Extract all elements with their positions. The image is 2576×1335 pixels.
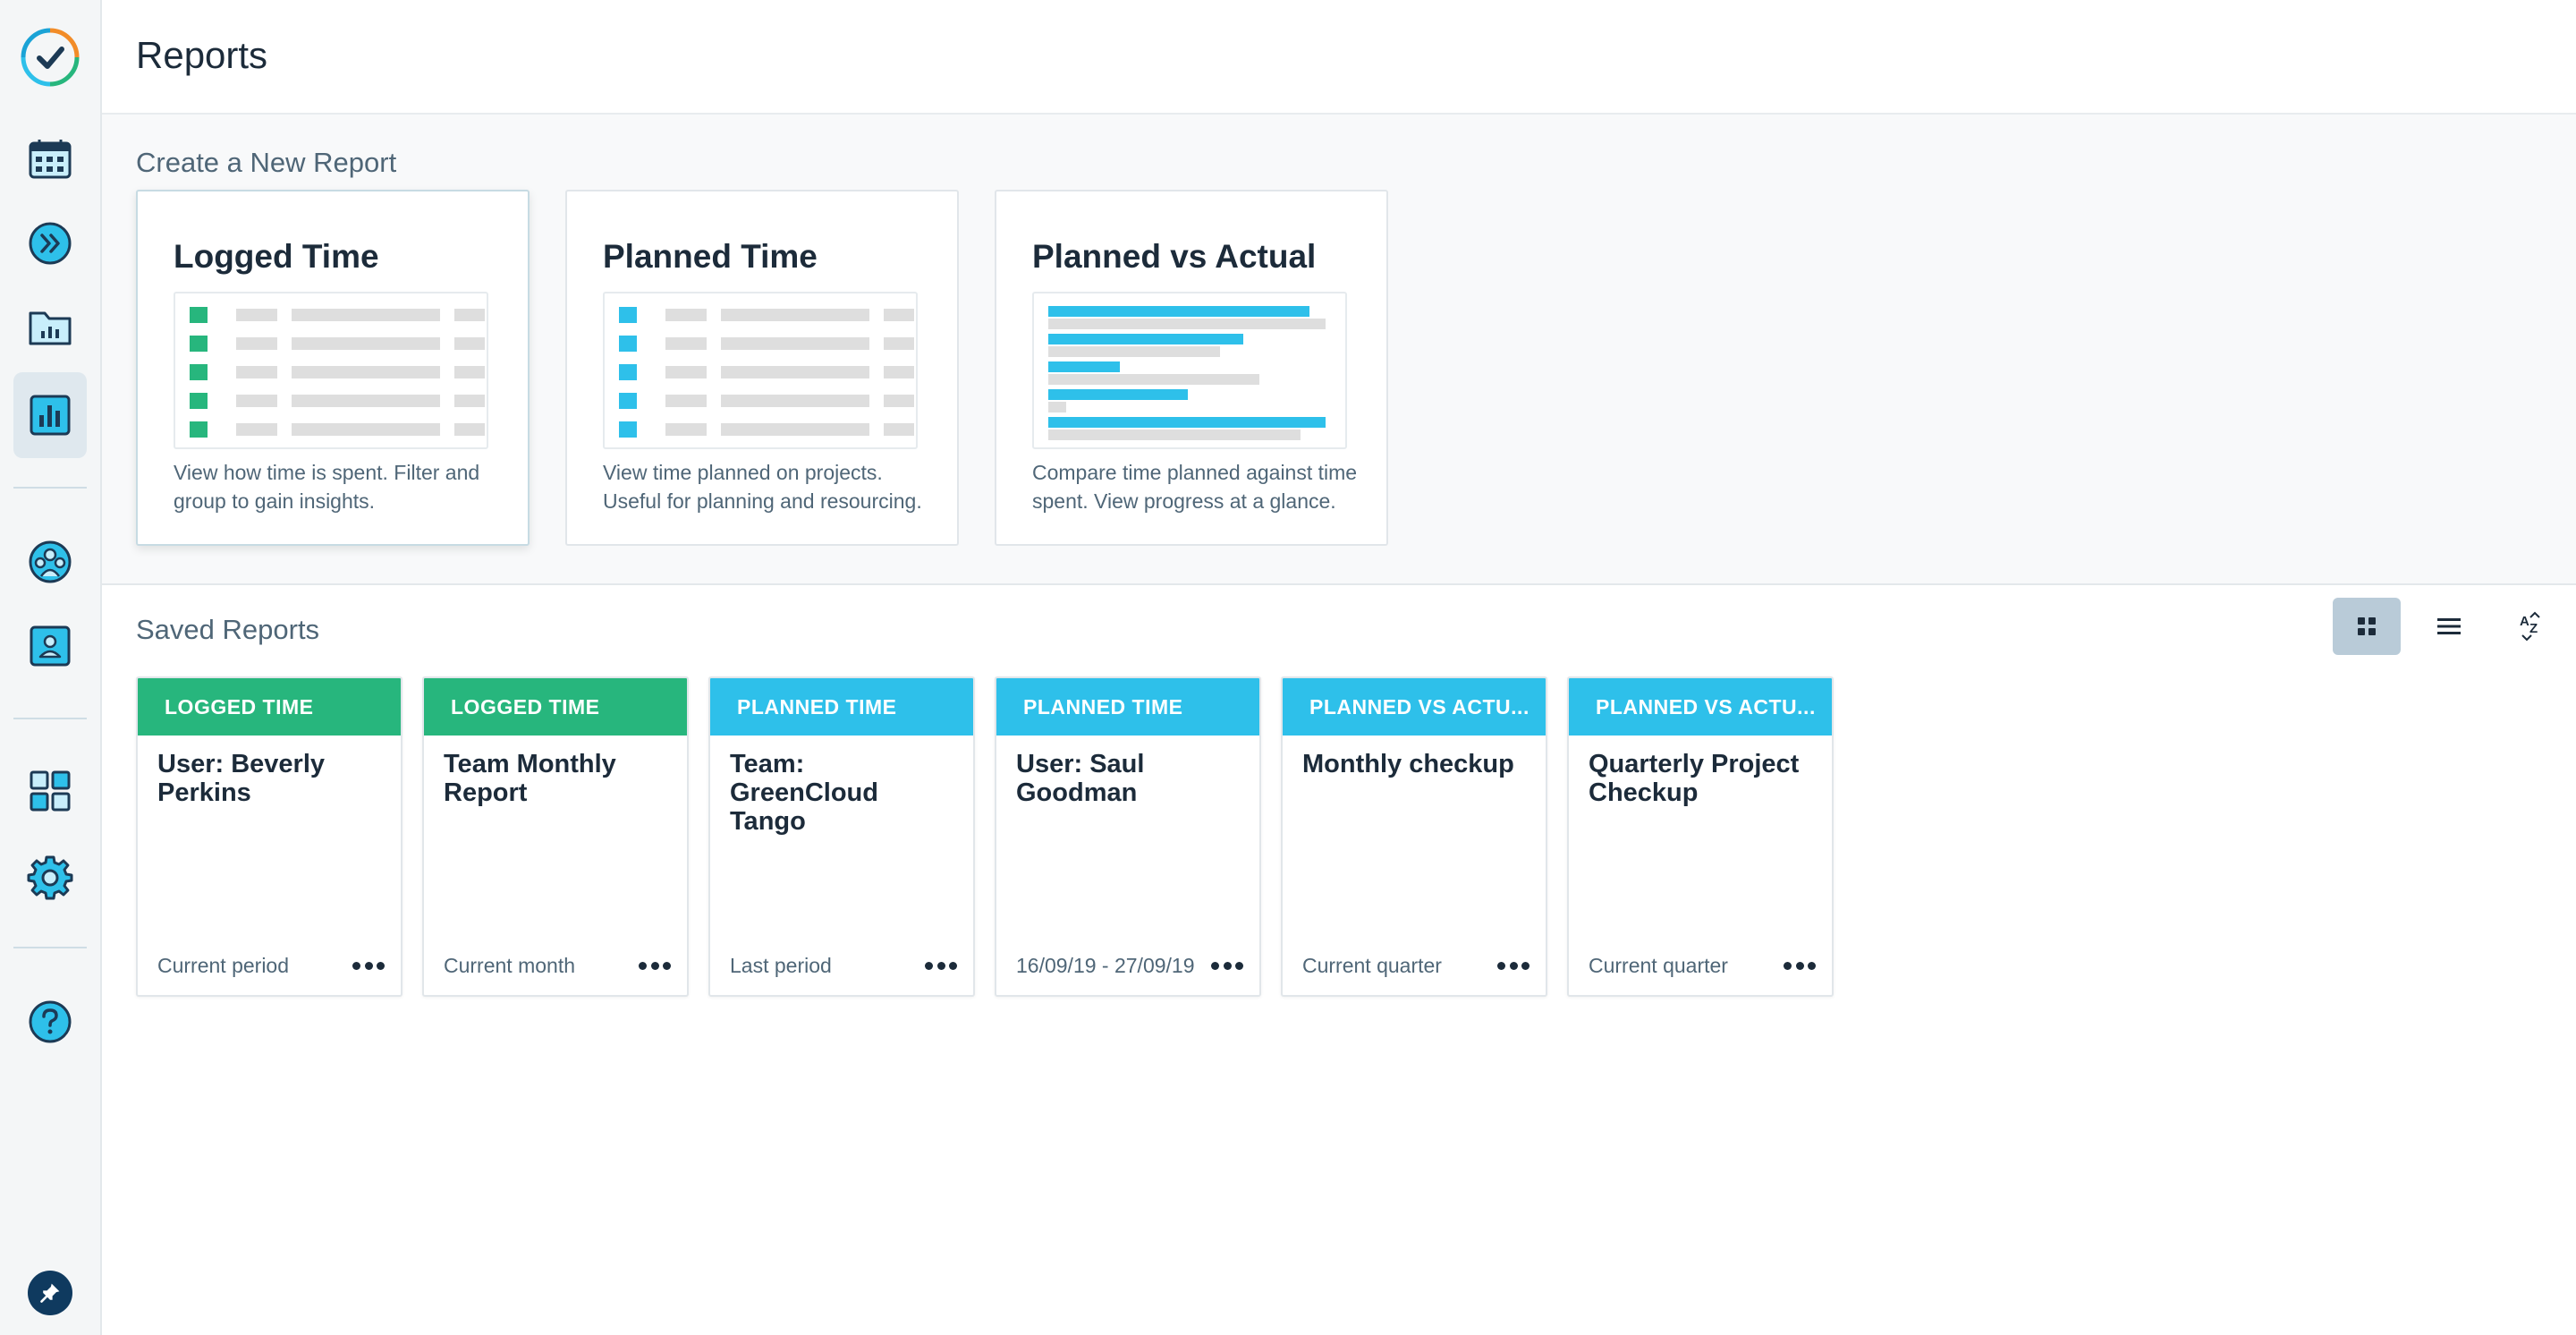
- saved-report-card[interactable]: PLANNED TIME Team: GreenCloud Tango Last…: [708, 676, 975, 997]
- sidebar-divider: [13, 947, 87, 948]
- saved-report-period: Last period: [730, 954, 832, 977]
- report-type-tag: PLANNED TIME: [710, 678, 973, 736]
- new-report-card-description: View time planned on projects. Useful fo…: [603, 461, 922, 513]
- saved-report-title: Monthly checkup: [1302, 750, 1514, 778]
- more-options-icon[interactable]: [1208, 952, 1243, 979]
- report-type-tag: PLANNED TIME: [996, 678, 1259, 736]
- more-options-icon[interactable]: [635, 952, 671, 979]
- new-report-card-planned-vs-actual[interactable]: Planned vs Actual Compare time planned a…: [995, 190, 1388, 546]
- sort-az-icon[interactable]: A Z: [2497, 598, 2565, 655]
- more-options-icon[interactable]: [349, 952, 385, 979]
- saved-section-title: Saved Reports: [136, 614, 320, 645]
- saved-report-title: User: Beverly Perkins: [157, 750, 325, 807]
- svg-text:A: A: [2520, 614, 2529, 629]
- logged-time-preview-illustration: [174, 292, 488, 449]
- page-title: Reports: [136, 34, 268, 76]
- saved-report-period: 16/09/19 - 27/09/19: [1016, 954, 1195, 977]
- folder-chart-icon[interactable]: [13, 285, 87, 370]
- page-header: Reports: [102, 0, 2576, 115]
- help-icon[interactable]: [13, 979, 87, 1065]
- create-section-title: Create a New Report: [136, 147, 397, 178]
- saved-report-title: User: Saul Goodman: [1016, 750, 1145, 807]
- list-view-icon[interactable]: [2415, 598, 2483, 655]
- sidebar-divider: [13, 718, 87, 719]
- create-report-section: Create a New Report Logged Time View how…: [102, 115, 2576, 585]
- pin-icon[interactable]: [28, 1271, 72, 1315]
- report-type-tag: LOGGED TIME: [424, 678, 687, 736]
- logo-check-icon[interactable]: [20, 27, 80, 88]
- svg-text:Z: Z: [2529, 621, 2538, 636]
- saved-report-period: Current month: [444, 954, 576, 977]
- saved-report-period: Current period: [157, 954, 290, 977]
- new-report-card-description: View how time is spent. Filter and group…: [174, 461, 480, 513]
- saved-report-card[interactable]: PLANNED VS ACTU... Monthly checkup Curre…: [1281, 676, 1547, 997]
- saved-report-card[interactable]: PLANNED TIME User: Saul Goodman 16/09/19…: [995, 676, 1261, 997]
- more-options-icon[interactable]: [1780, 952, 1816, 979]
- new-report-card-planned-time[interactable]: Planned Time View time planned on projec…: [565, 190, 959, 546]
- bar-chart-icon[interactable]: [13, 372, 87, 458]
- report-type-tag: PLANNED VS ACTU...: [1283, 678, 1546, 736]
- saved-report-card[interactable]: PLANNED VS ACTU... Quarterly Project Che…: [1567, 676, 1834, 997]
- more-options-icon[interactable]: [1494, 952, 1530, 979]
- report-type-tag: LOGGED TIME: [138, 678, 401, 736]
- double-chevron-right-icon[interactable]: [13, 200, 87, 286]
- new-report-card-title: Logged Time: [174, 238, 379, 275]
- new-report-card-description: Compare time planned against time spent.…: [1032, 461, 1358, 513]
- gear-icon[interactable]: [13, 834, 87, 920]
- saved-report-card[interactable]: LOGGED TIME User: Beverly Perkins Curren…: [136, 676, 402, 997]
- planned-vs-actual-preview-illustration: [1032, 292, 1347, 449]
- grid-view-icon[interactable]: [2333, 598, 2401, 655]
- report-type-tag: PLANNED VS ACTU...: [1569, 678, 1832, 736]
- saved-report-title: Team: GreenCloud Tango: [730, 750, 878, 836]
- team-icon[interactable]: [13, 519, 87, 605]
- saved-report-card[interactable]: LOGGED TIME Team Monthly Report Current …: [422, 676, 689, 997]
- sidebar: [0, 0, 102, 1335]
- user-card-icon[interactable]: [13, 603, 87, 689]
- new-report-card-title: Planned vs Actual: [1032, 238, 1317, 275]
- saved-report-title: Team Monthly Report: [444, 750, 616, 807]
- new-report-card-logged-time[interactable]: Logged Time View how time is spent. Filt…: [136, 190, 530, 546]
- saved-report-period: Current quarter: [1589, 954, 1728, 977]
- more-options-icon[interactable]: [921, 952, 957, 979]
- new-report-card-title: Planned Time: [603, 238, 818, 275]
- sidebar-divider: [13, 487, 87, 489]
- saved-report-period: Current quarter: [1302, 954, 1442, 977]
- calendar-icon[interactable]: [13, 116, 87, 202]
- saved-report-title: Quarterly Project Checkup: [1589, 750, 1800, 807]
- grid-icon[interactable]: [13, 748, 87, 834]
- planned-time-preview-illustration: [603, 292, 918, 449]
